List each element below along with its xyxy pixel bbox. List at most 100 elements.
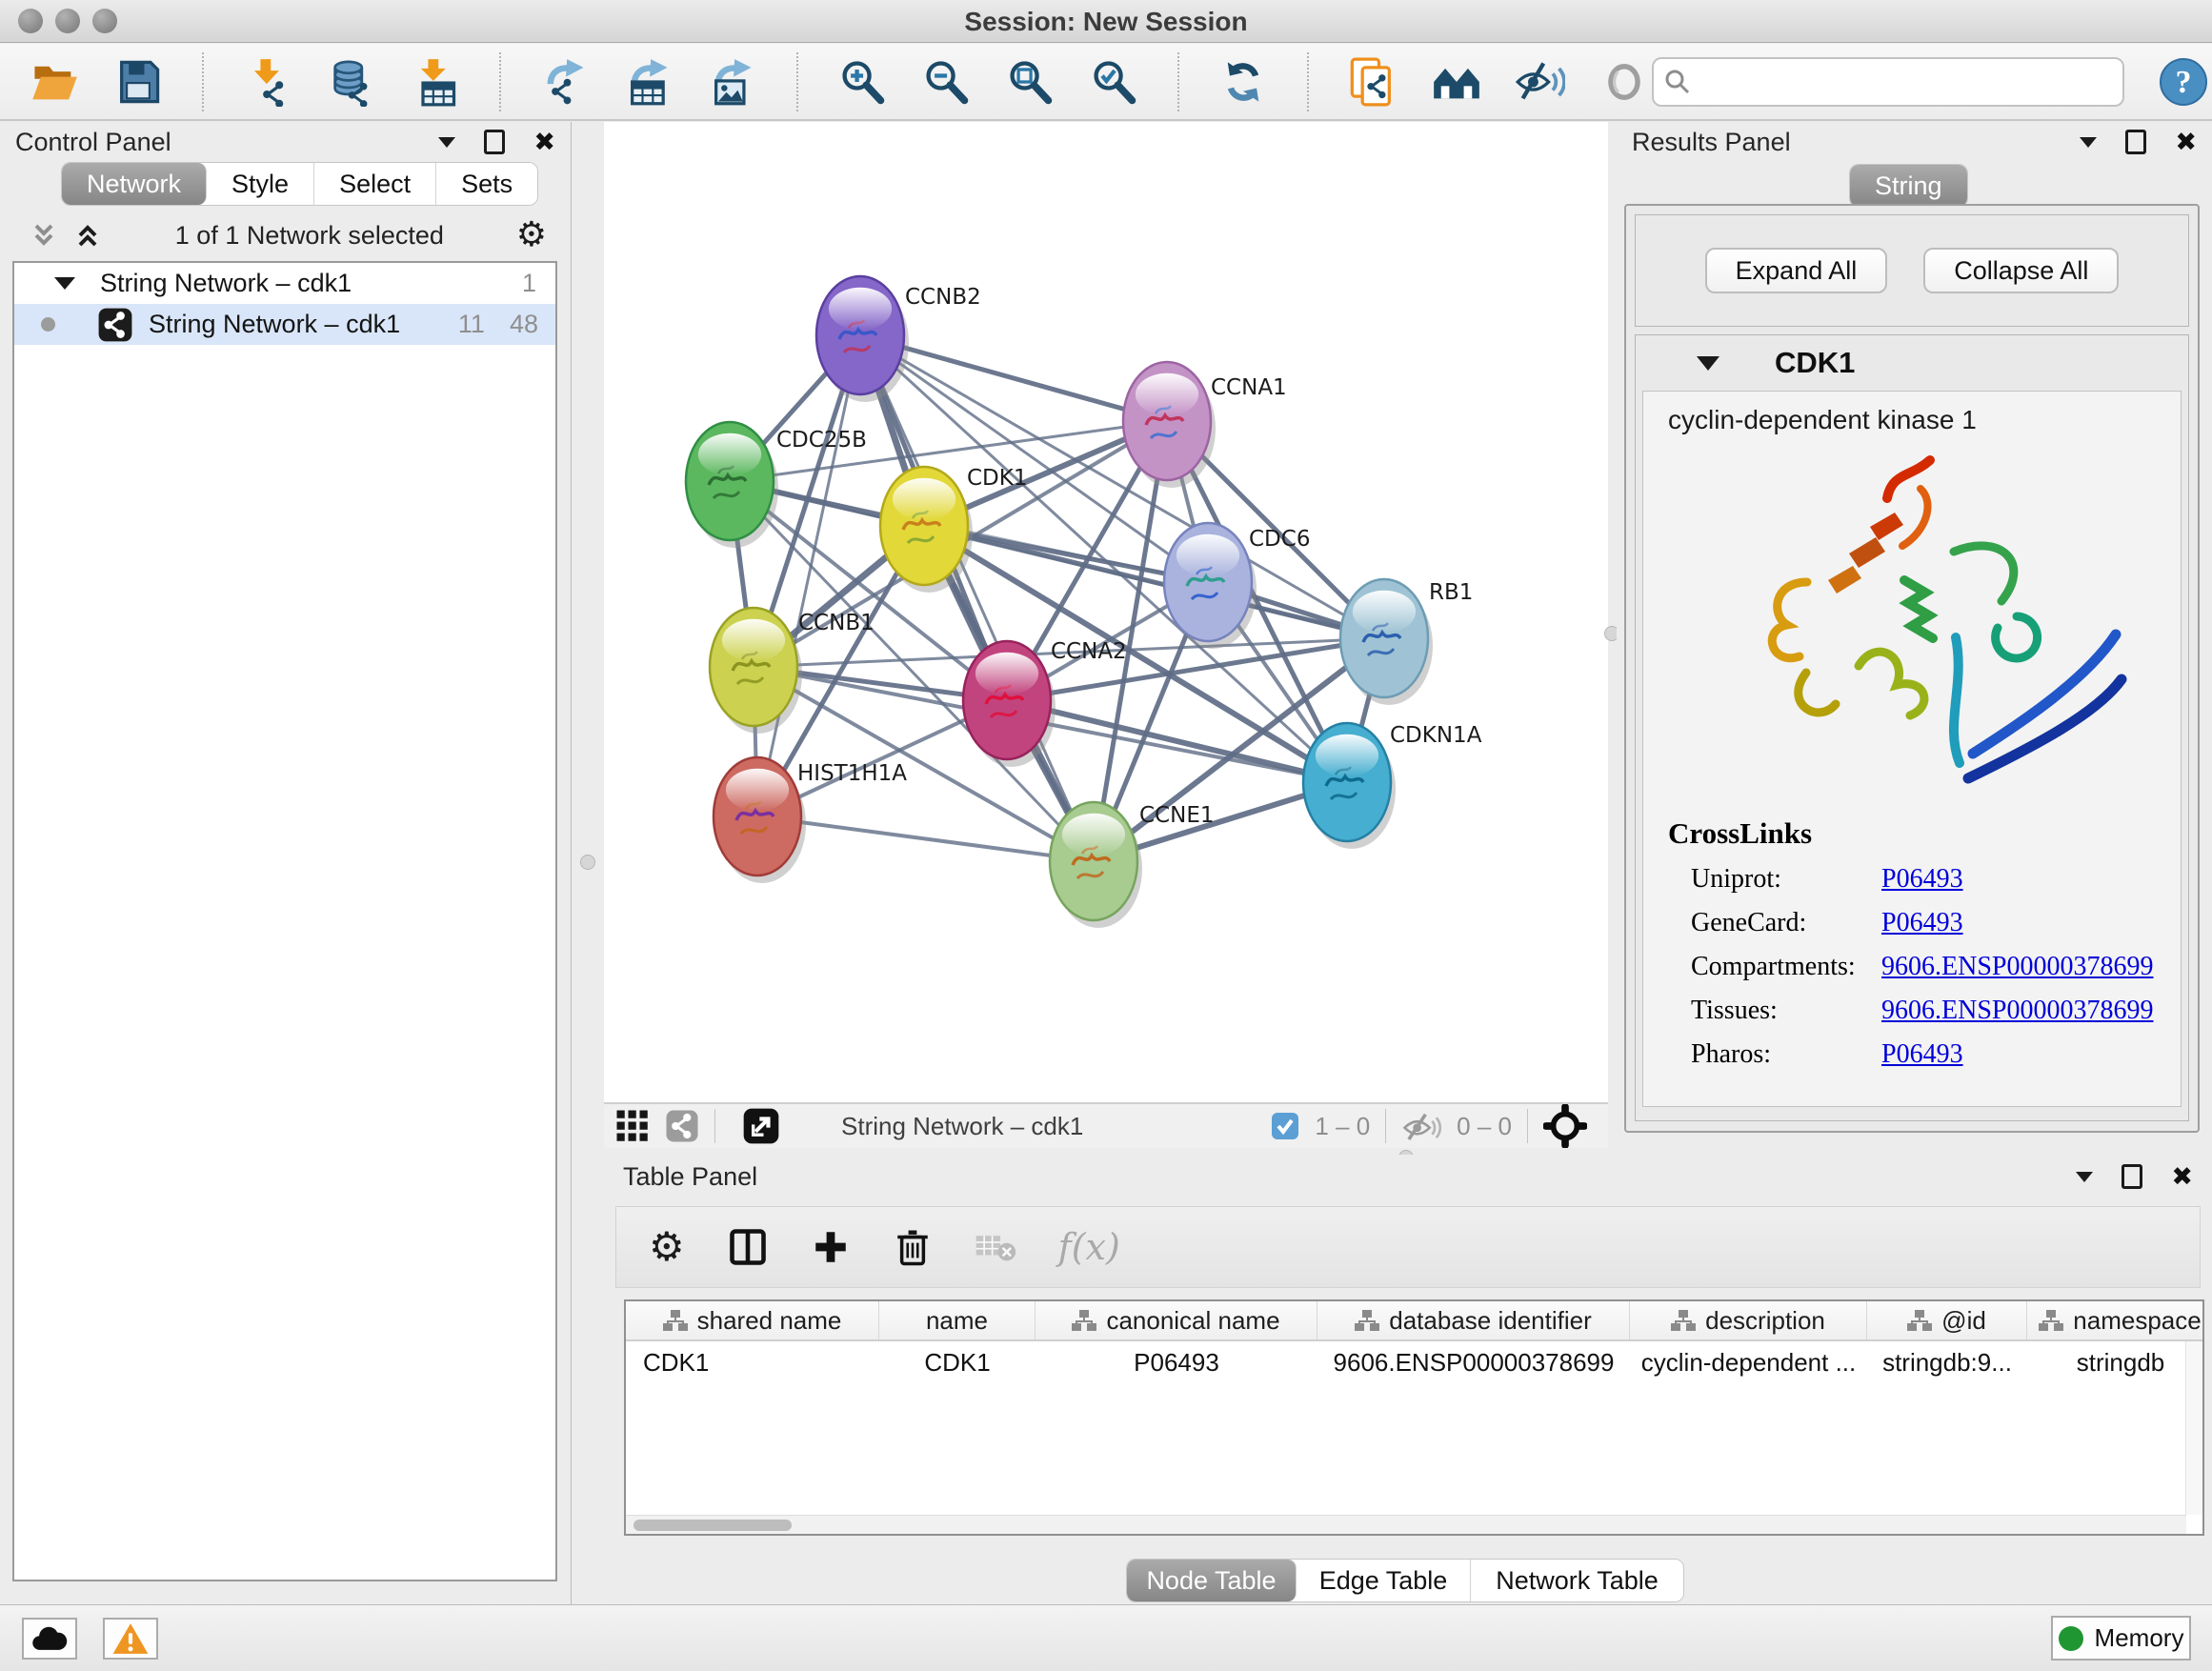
node-CDKN1A[interactable]: CDKN1A bbox=[1303, 723, 1482, 849]
birds-eye-crosshair-icon[interactable] bbox=[1543, 1104, 1587, 1148]
zoom-in-button[interactable] bbox=[835, 52, 890, 111]
gear-icon[interactable]: ⚙ bbox=[516, 218, 547, 252]
expand-all-tree-icon[interactable] bbox=[72, 220, 103, 251]
collapse-all-button[interactable]: Collapse All bbox=[1923, 248, 2119, 293]
show-columns-icon[interactable] bbox=[727, 1226, 769, 1268]
column-header-database-identifier[interactable]: database identifier bbox=[1317, 1301, 1630, 1339]
save-session-button[interactable] bbox=[111, 52, 166, 111]
zoom-traffic-light[interactable] bbox=[92, 9, 117, 33]
column-header-canonical-name[interactable]: canonical name bbox=[1036, 1301, 1317, 1339]
crosslink-row: GeneCard:P06493 bbox=[1668, 908, 2181, 938]
close-traffic-light[interactable] bbox=[18, 9, 43, 33]
cloud-button[interactable] bbox=[22, 1618, 77, 1660]
crosslink-pharos-link[interactable]: P06493 bbox=[1881, 1039, 1963, 1070]
tab-network-table[interactable]: Network Table bbox=[1471, 1560, 1683, 1601]
float-panel-icon[interactable] bbox=[484, 130, 505, 154]
grid-view-icon[interactable] bbox=[615, 1109, 650, 1143]
node-label-CCNA1: CCNA1 bbox=[1211, 375, 1287, 400]
table-header-row: shared namenamecanonical namedatabase id… bbox=[626, 1301, 2202, 1341]
gene-collapse-icon[interactable] bbox=[1697, 356, 1719, 371]
add-column-plus-icon[interactable] bbox=[811, 1227, 851, 1267]
node-CDC6[interactable]: CDC6 bbox=[1164, 523, 1310, 649]
scrollbar-thumb[interactable] bbox=[633, 1520, 792, 1531]
expand-all-button[interactable]: Expand All bbox=[1705, 248, 1888, 293]
network-row[interactable]: String Network – cdk1 11 48 bbox=[14, 304, 555, 345]
zoom-selected-button[interactable] bbox=[1086, 52, 1141, 111]
help-button[interactable]: ? bbox=[2157, 55, 2210, 109]
edge-CCNA2-CDKN1A[interactable] bbox=[1007, 700, 1347, 782]
column-header-id[interactable]: @id bbox=[1867, 1301, 2027, 1339]
node-label-HIST1H1A: HIST1H1A bbox=[797, 761, 907, 786]
memory-button[interactable]: Memory bbox=[2051, 1616, 2191, 1661]
import-network-from-database-button[interactable] bbox=[324, 52, 379, 111]
network-share-gray-icon[interactable] bbox=[665, 1109, 699, 1143]
results-menu-icon[interactable] bbox=[2080, 137, 2097, 148]
table-panel: Table Panel ✖ ⚙ f(x) shared namenamecano… bbox=[604, 1155, 2212, 1604]
column-header-shared-name[interactable]: shared name bbox=[626, 1301, 879, 1339]
column-header-name[interactable]: name bbox=[879, 1301, 1036, 1339]
collapse-all-tree-icon[interactable] bbox=[29, 220, 59, 251]
export-table-button[interactable] bbox=[621, 52, 676, 111]
node-RB1[interactable]: RB1 bbox=[1340, 579, 1473, 705]
minimize-traffic-light[interactable] bbox=[55, 9, 80, 33]
network-collection-row[interactable]: String Network – cdk1 1 bbox=[14, 263, 555, 304]
import-network-from-file-button[interactable] bbox=[240, 52, 295, 111]
node-CCNA2[interactable]: CCNA2 bbox=[963, 639, 1127, 767]
network-canvas[interactable]: CCNB2CCNA1CDC25BCDK1CDC6RB1CCNB1CCNA2CDK… bbox=[604, 122, 1608, 1102]
hide-glass-button[interactable] bbox=[1513, 52, 1568, 111]
detach-view-icon[interactable] bbox=[742, 1107, 780, 1145]
zoom-fit-button[interactable] bbox=[1002, 52, 1057, 111]
table-row[interactable]: CDK1CDK1P064939606.ENSP00000378699cyclin… bbox=[626, 1341, 2202, 1383]
node-HIST1H1A[interactable]: HIST1H1A bbox=[714, 757, 907, 883]
tab-select[interactable]: Select bbox=[314, 163, 436, 205]
warning-button[interactable] bbox=[103, 1618, 158, 1660]
node-CCNB2[interactable]: CCNB2 bbox=[816, 276, 981, 402]
table-vertical-scrollbar[interactable] bbox=[2185, 1341, 2202, 1515]
node-CCNB1[interactable]: CCNB1 bbox=[710, 608, 875, 734]
apply-layout-button[interactable] bbox=[1216, 52, 1271, 111]
inactive-sphere-button[interactable] bbox=[1597, 52, 1652, 111]
results-close-icon[interactable]: ✖ bbox=[2175, 130, 2197, 155]
panel-menu-icon[interactable] bbox=[438, 137, 455, 148]
gene-entry-header[interactable]: CDK1 bbox=[1636, 335, 2188, 391]
node-CCNE1[interactable]: CCNE1 bbox=[1050, 802, 1215, 928]
table-horizontal-scrollbar[interactable] bbox=[626, 1515, 2186, 1534]
crosslink-tissues-link[interactable]: 9606.ENSP00000378699 bbox=[1881, 996, 2153, 1026]
node-CCNA1[interactable]: CCNA1 bbox=[1123, 362, 1287, 488]
protein-structure-image bbox=[1668, 439, 2182, 811]
string-home-button[interactable] bbox=[1429, 52, 1484, 111]
table-float-icon[interactable] bbox=[2122, 1164, 2142, 1189]
results-float-icon[interactable] bbox=[2125, 130, 2146, 154]
close-panel-icon[interactable]: ✖ bbox=[533, 130, 555, 155]
table-close-icon[interactable]: ✖ bbox=[2171, 1164, 2193, 1190]
search-input[interactable] bbox=[1652, 57, 2124, 107]
tab-string[interactable]: String bbox=[1850, 165, 1967, 207]
crosslink-uniprot-link[interactable]: P06493 bbox=[1881, 864, 1963, 895]
column-header-namespace[interactable]: namespace bbox=[2027, 1301, 2204, 1339]
export-image-button[interactable] bbox=[705, 52, 760, 111]
tab-node-table[interactable]: Node Table bbox=[1127, 1560, 1297, 1601]
network-from-clipboard-button[interactable] bbox=[1345, 52, 1400, 111]
zoom-out-button[interactable] bbox=[918, 52, 974, 111]
tab-sets[interactable]: Sets bbox=[436, 163, 537, 205]
table-settings-gear-icon[interactable]: ⚙ bbox=[649, 1227, 685, 1267]
hidden-eye-slash-icon[interactable] bbox=[1401, 1109, 1441, 1143]
table-menu-icon[interactable] bbox=[2076, 1172, 2093, 1182]
crosslink-genecard-link[interactable]: P06493 bbox=[1881, 908, 1963, 938]
crosslink-label: GeneCard: bbox=[1691, 908, 1881, 938]
selected-checkbox-icon[interactable] bbox=[1271, 1112, 1299, 1140]
toolbar-separator bbox=[499, 52, 501, 111]
edge-HIST1H1A-CCNE1[interactable] bbox=[757, 816, 1094, 861]
export-network-button[interactable] bbox=[537, 52, 593, 111]
collection-collapse-icon[interactable] bbox=[54, 277, 75, 290]
left-splitter-handle[interactable] bbox=[580, 855, 595, 870]
crosslink-compartments-link[interactable]: 9606.ENSP00000378699 bbox=[1881, 952, 2153, 982]
open-session-button[interactable] bbox=[27, 52, 82, 111]
tab-network[interactable]: Network bbox=[62, 163, 207, 205]
tab-style[interactable]: Style bbox=[207, 163, 314, 205]
edge-CCNB2-HIST1H1A[interactable] bbox=[757, 335, 860, 816]
delete-trash-icon[interactable] bbox=[893, 1226, 933, 1268]
import-table-from-file-button[interactable] bbox=[408, 52, 463, 111]
column-header-description[interactable]: description bbox=[1630, 1301, 1867, 1339]
tab-edge-table[interactable]: Edge Table bbox=[1297, 1560, 1471, 1601]
